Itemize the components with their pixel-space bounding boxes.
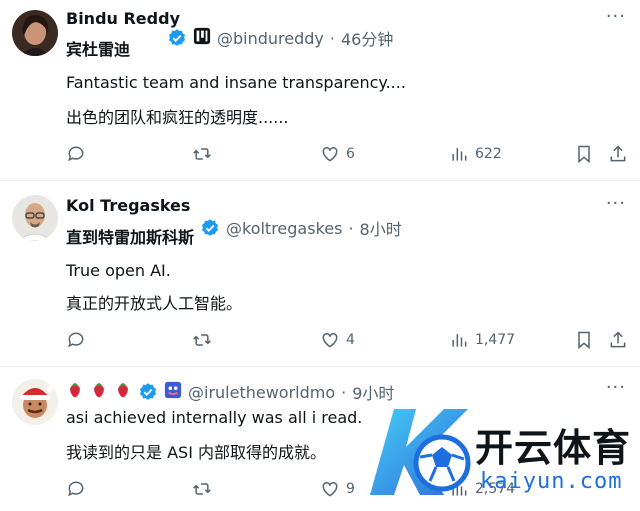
tweet-text-translated: 我读到的只是 ASI 内部取得的成就。	[66, 443, 326, 462]
separator: ·	[341, 382, 347, 402]
reply-icon	[68, 481, 84, 497]
like-count: 6	[346, 146, 355, 162]
share-button[interactable]	[608, 330, 628, 350]
display-name-translated: 宾杜雷迪	[66, 40, 131, 59]
bookmark-button[interactable]	[574, 330, 594, 350]
tweet-text: asi achieved internally was all i read.	[66, 408, 363, 427]
like-button[interactable]: 6	[320, 144, 355, 164]
view-count: 622	[475, 146, 502, 162]
like-button[interactable]: 4	[320, 330, 355, 350]
verified-badge-icon	[200, 218, 220, 238]
affiliate-badge-icon	[193, 27, 211, 49]
strawberry-icon	[90, 381, 108, 403]
avatar[interactable]	[12, 379, 58, 425]
heart-icon	[322, 146, 338, 162]
heart-icon	[322, 332, 338, 348]
bookmark-button[interactable]	[574, 144, 594, 164]
avatar-image-icon	[12, 10, 58, 56]
like-button[interactable]: 9	[320, 479, 355, 499]
reply-icon	[68, 146, 84, 162]
views-button[interactable]: 622	[449, 144, 502, 164]
watermark-brand: 开云体育	[475, 426, 632, 470]
timestamp[interactable]: 8小时	[360, 216, 402, 240]
share-icon	[610, 331, 626, 348]
bookmark-icon	[578, 331, 590, 350]
avatar[interactable]	[12, 10, 58, 56]
tweet-text: Fantastic team and insane transparency..…	[66, 73, 406, 92]
avatar-image-icon	[12, 195, 58, 241]
display-name-translated: 直到特雷加斯科斯	[66, 228, 195, 247]
reply-button[interactable]	[66, 144, 86, 164]
strawberry-icon	[66, 381, 84, 403]
watermark-domain: kaiyun.com	[480, 469, 623, 494]
more-options-icon[interactable]: ···	[606, 193, 626, 214]
display-name[interactable]: Bindu Reddy	[66, 9, 180, 28]
avatar-image-icon	[12, 379, 58, 425]
retweet-button[interactable]	[192, 144, 212, 164]
tweet-text-translated: 出色的团队和疯狂的透明度......	[66, 108, 289, 127]
retweet-button[interactable]	[192, 330, 212, 350]
views-button[interactable]: 1,477	[449, 330, 515, 350]
retweet-icon	[193, 334, 211, 346]
bookmark-icon	[578, 145, 590, 164]
like-count: 4	[346, 332, 355, 348]
analytics-icon	[452, 148, 467, 161]
tweet-text-translated: 真正的开放式人工智能。	[66, 294, 243, 313]
display-name[interactable]: Kol Tregaskes	[66, 196, 190, 215]
tweet-text: True open AI.	[66, 261, 171, 280]
reply-button[interactable]	[66, 479, 86, 499]
timestamp[interactable]: 46分钟	[341, 26, 393, 50]
avatar[interactable]	[12, 195, 58, 241]
affiliate-badge-icon	[164, 381, 182, 403]
user-handle[interactable]: @iruletheworldmo	[188, 383, 335, 402]
reply-button[interactable]	[66, 330, 86, 350]
view-count: 1,477	[475, 332, 516, 348]
heart-icon	[322, 481, 338, 497]
verified-badge-icon	[167, 28, 187, 48]
separator: ·	[329, 28, 335, 48]
share-icon	[610, 145, 626, 162]
user-handle[interactable]: @bindureddy	[217, 29, 324, 48]
like-count: 9	[346, 481, 355, 497]
user-handle[interactable]: @koltregaskes	[226, 219, 342, 238]
tweet[interactable]: Kol Tregaskes 直到特雷加斯科斯 @koltregaskes · 8…	[0, 180, 640, 365]
verified-badge-icon	[138, 382, 158, 402]
reply-icon	[68, 332, 84, 348]
retweet-button[interactable]	[192, 479, 212, 499]
share-button[interactable]	[608, 144, 628, 164]
brand-watermark: 开云体育 kaiyun.com	[360, 395, 640, 511]
strawberry-icon	[114, 381, 132, 403]
tweet[interactable]: Bindu Reddy 宾杜雷迪 @bindureddy · 46分钟 ··· …	[0, 0, 640, 180]
separator: ·	[348, 218, 354, 238]
more-options-icon[interactable]: ···	[606, 6, 626, 27]
retweet-icon	[193, 148, 211, 160]
analytics-icon	[452, 334, 467, 347]
retweet-icon	[193, 483, 211, 495]
